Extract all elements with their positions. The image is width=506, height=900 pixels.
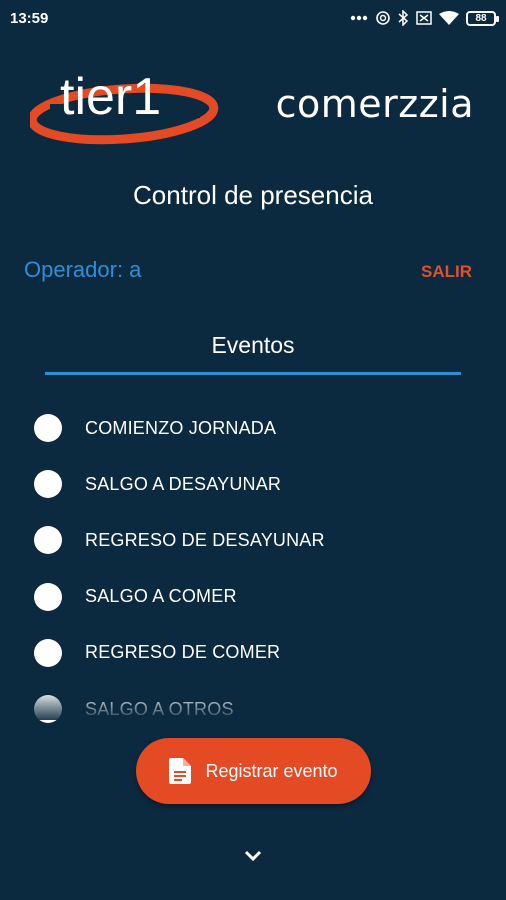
- battery-icon: 88: [466, 10, 499, 26]
- operator-label: Operador: a: [24, 257, 142, 282]
- radio-button[interactable]: [34, 638, 62, 667]
- radio-button[interactable]: [34, 582, 62, 611]
- events-title: Eventos: [211, 332, 295, 358]
- event-option-salgo-comer[interactable]: SALGO A COMER: [34, 569, 474, 625]
- tier1-logo: tier1: [27, 64, 225, 146]
- event-option-salgo-desayunar[interactable]: SALGO A DESAYUNAR: [34, 456, 474, 512]
- event-option-label: SALGO A DESAYUNAR: [85, 473, 282, 494]
- chevron-down-icon[interactable]: [241, 846, 265, 866]
- status-bar: 13:59 88: [0, 0, 506, 36]
- bluetooth-icon: [398, 10, 409, 26]
- events-divider: [45, 372, 461, 375]
- event-option-label: SALGO A OTROS: [85, 698, 234, 719]
- exit-button[interactable]: SALIR: [421, 262, 472, 282]
- page-title: Control de presencia: [133, 180, 373, 210]
- register-event-label: Registrar evento: [205, 760, 338, 781]
- event-option-label: SALGO A COMER: [85, 586, 237, 607]
- event-option-label: REGRESO DE COMER: [85, 642, 281, 663]
- radio-button[interactable]: [34, 526, 62, 555]
- event-option-comienzo-jornada[interactable]: COMIENZO JORNADA: [34, 400, 474, 456]
- radio-button[interactable]: [34, 414, 62, 443]
- tier1-logo-text: tier1: [60, 68, 161, 126]
- sim-icon: [416, 11, 432, 25]
- status-time: 13:59: [10, 9, 49, 27]
- event-option-regreso-desayunar[interactable]: REGRESO DE DESAYUNAR: [34, 512, 474, 568]
- document-icon: [169, 758, 192, 784]
- comerzzia-logo: comerzzia: [275, 82, 474, 126]
- radio-button[interactable]: [34, 695, 62, 724]
- event-option-label: REGRESO DE DESAYUNAR: [85, 529, 325, 550]
- event-option-salgo-otros[interactable]: SALGO A OTROS: [34, 681, 474, 737]
- wifi-icon: [439, 10, 459, 26]
- radio-button[interactable]: [34, 470, 62, 499]
- status-icons: 88: [350, 10, 499, 26]
- event-option-regreso-comer[interactable]: REGRESO DE COMER: [34, 625, 474, 681]
- dots-icon: [350, 15, 368, 21]
- sync-icon: [375, 10, 391, 26]
- register-event-button[interactable]: Registrar evento: [136, 738, 371, 804]
- event-list: COMIENZO JORNADA SALGO A DESAYUNAR REGRE…: [34, 400, 474, 737]
- event-option-label: COMIENZO JORNADA: [85, 417, 277, 438]
